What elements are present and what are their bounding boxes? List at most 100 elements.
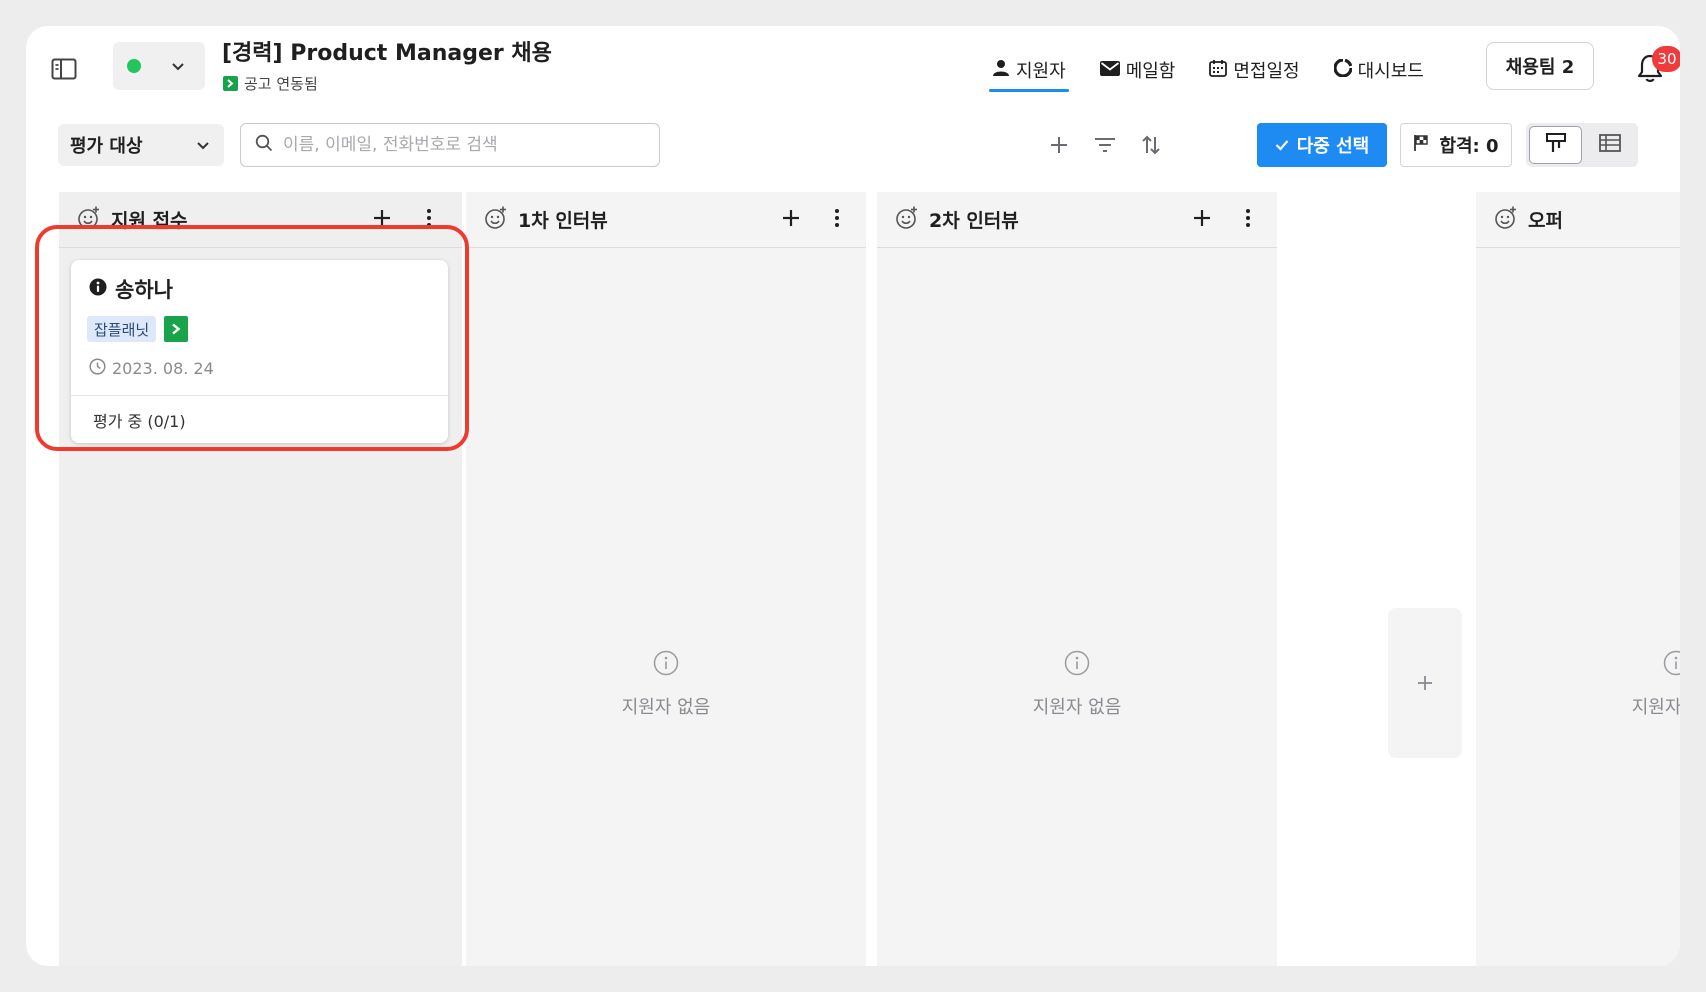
pipeline-column: 1차 인터뷰 지원자 없음	[466, 192, 866, 966]
column-more-button[interactable]	[417, 204, 441, 236]
flag-icon	[1413, 134, 1429, 157]
applied-date-row: 2023. 08. 24	[89, 358, 214, 379]
tab-label: 지원자	[1016, 61, 1066, 82]
table-icon	[1598, 134, 1621, 156]
column-title: 1차 인터뷰	[518, 210, 608, 232]
plus-icon	[782, 209, 800, 231]
search-box	[240, 123, 660, 167]
applied-date: 2023. 08. 24	[112, 359, 214, 378]
job-link-status: 공고 연동됨	[223, 73, 318, 94]
sort-icon	[1141, 135, 1161, 159]
sidebar-toggle-button[interactable]	[46, 53, 82, 89]
calendar-icon	[1209, 59, 1228, 82]
search-icon	[255, 134, 273, 156]
info-outline-icon	[1663, 650, 1680, 681]
header: [경력] Product Manager 채용 공고 연동됨 지원자 메일함 면…	[26, 26, 1680, 126]
more-vertical-icon	[426, 208, 432, 232]
column-add-button[interactable]	[1186, 204, 1218, 236]
chevron-down-icon	[196, 135, 210, 156]
tab-applicants[interactable]: 지원자	[989, 48, 1069, 92]
sidebar-toggle-icon	[51, 58, 77, 84]
tab-mailbox[interactable]: 메일함	[1097, 48, 1179, 92]
evaluation-filter-select[interactable]: 평가 대상	[58, 124, 224, 166]
column-header: 2차 인터뷰	[877, 192, 1277, 248]
notification-count-badge: 30	[1652, 46, 1680, 72]
plus-icon	[373, 209, 391, 231]
smile-plus-icon	[1494, 206, 1518, 234]
tab-interview-schedule[interactable]: 면접일정	[1206, 48, 1302, 92]
job-link-label: 공고 연동됨	[244, 75, 318, 93]
pass-count-label: 합격: 0	[1439, 136, 1499, 157]
kanban-view-button[interactable]	[1529, 126, 1582, 164]
empty-state: 지원자 없음	[877, 650, 1277, 719]
source-tag: 잡플래닛	[87, 316, 157, 342]
smile-plus-icon	[77, 206, 101, 234]
tab-label: 대시보드	[1357, 61, 1424, 82]
pipeline-column: 2차 인터뷰 지원자 없음	[877, 192, 1277, 966]
smile-plus-icon	[895, 206, 919, 234]
add-stage-button[interactable]	[1388, 608, 1462, 758]
column-title: 2차 인터뷰	[929, 210, 1019, 232]
clock-icon	[89, 358, 106, 379]
column-title: 지원 접수	[111, 210, 188, 232]
person-icon	[992, 59, 1010, 82]
check-icon	[1275, 135, 1289, 156]
tab-label: 메일함	[1125, 61, 1176, 82]
view-mode-toggle	[1526, 123, 1638, 167]
column-header: 1차 인터뷰	[466, 192, 866, 248]
job-status-select[interactable]	[113, 42, 205, 90]
pipeline-column: 지원 접수 송하나 잡플래닛 2023. 08. 24 평가 중 (0/1)	[59, 192, 462, 966]
plus-icon	[1050, 136, 1068, 158]
multi-select-label: 다중 선택	[1296, 136, 1370, 157]
filter-button[interactable]	[1088, 130, 1122, 164]
more-vertical-icon	[834, 208, 840, 232]
column-header: 지원 접수	[59, 192, 462, 248]
empty-state: 지원자 없음	[466, 650, 866, 719]
app-window: [경력] Product Manager 채용 공고 연동됨 지원자 메일함 면…	[26, 26, 1680, 966]
applicant-tags: 잡플래닛	[87, 316, 189, 342]
more-vertical-icon	[1245, 208, 1251, 232]
empty-text: 지원자 없음	[1032, 697, 1122, 718]
mail-icon	[1099, 60, 1120, 81]
applicant-name-row: 송하나	[89, 274, 173, 304]
pipeline-column: 오퍼 지원자 없음	[1476, 192, 1680, 966]
jobplanet-logo-icon	[223, 76, 238, 91]
smile-plus-icon	[484, 206, 508, 234]
notifications-button[interactable]: 30	[1628, 46, 1680, 92]
list-view-button[interactable]	[1584, 126, 1635, 164]
filter-value: 평가 대상	[70, 136, 143, 157]
tab-label: 면접일정	[1233, 61, 1300, 82]
evaluation-status: 평가 중 (0/1)	[71, 395, 448, 443]
status-dot	[127, 59, 141, 73]
sort-button[interactable]	[1134, 130, 1168, 164]
info-outline-icon	[1064, 650, 1090, 681]
hiring-team-button[interactable]: 채용팀 2	[1486, 42, 1594, 90]
column-add-button[interactable]	[366, 204, 398, 236]
main-nav: 지원자 메일함 면접일정 대시보드	[989, 48, 1455, 92]
column-more-button[interactable]	[1236, 204, 1260, 236]
column-title: 오퍼	[1528, 210, 1563, 232]
column-header: 오퍼	[1476, 192, 1680, 248]
empty-text: 지원자 없음	[621, 697, 711, 718]
chevron-down-icon	[171, 57, 185, 76]
search-input[interactable]	[283, 135, 643, 155]
add-applicant-button[interactable]	[1042, 130, 1076, 164]
column-add-button[interactable]	[775, 204, 807, 236]
filter-icon	[1094, 137, 1116, 157]
applicant-name: 송하나	[115, 278, 173, 302]
plus-icon	[1417, 668, 1433, 698]
dashboard-icon	[1333, 57, 1353, 82]
column-more-button[interactable]	[825, 204, 849, 236]
pass-count-button[interactable]: 합격: 0	[1400, 123, 1512, 167]
jobplanet-logo-icon	[164, 316, 189, 342]
info-outline-icon	[653, 650, 679, 681]
info-filled-icon	[89, 277, 107, 301]
job-title: [경력] Product Manager 채용	[222, 41, 552, 66]
plus-icon	[1193, 209, 1211, 231]
multi-select-button[interactable]: 다중 선택	[1257, 123, 1387, 167]
applicant-card[interactable]: 송하나 잡플래닛 2023. 08. 24 평가 중 (0/1)	[71, 260, 448, 443]
kanban-icon	[1545, 132, 1567, 158]
tab-dashboard[interactable]: 대시보드	[1331, 48, 1427, 92]
empty-state: 지원자 없음	[1476, 650, 1680, 719]
empty-text: 지원자 없음	[1631, 697, 1680, 718]
